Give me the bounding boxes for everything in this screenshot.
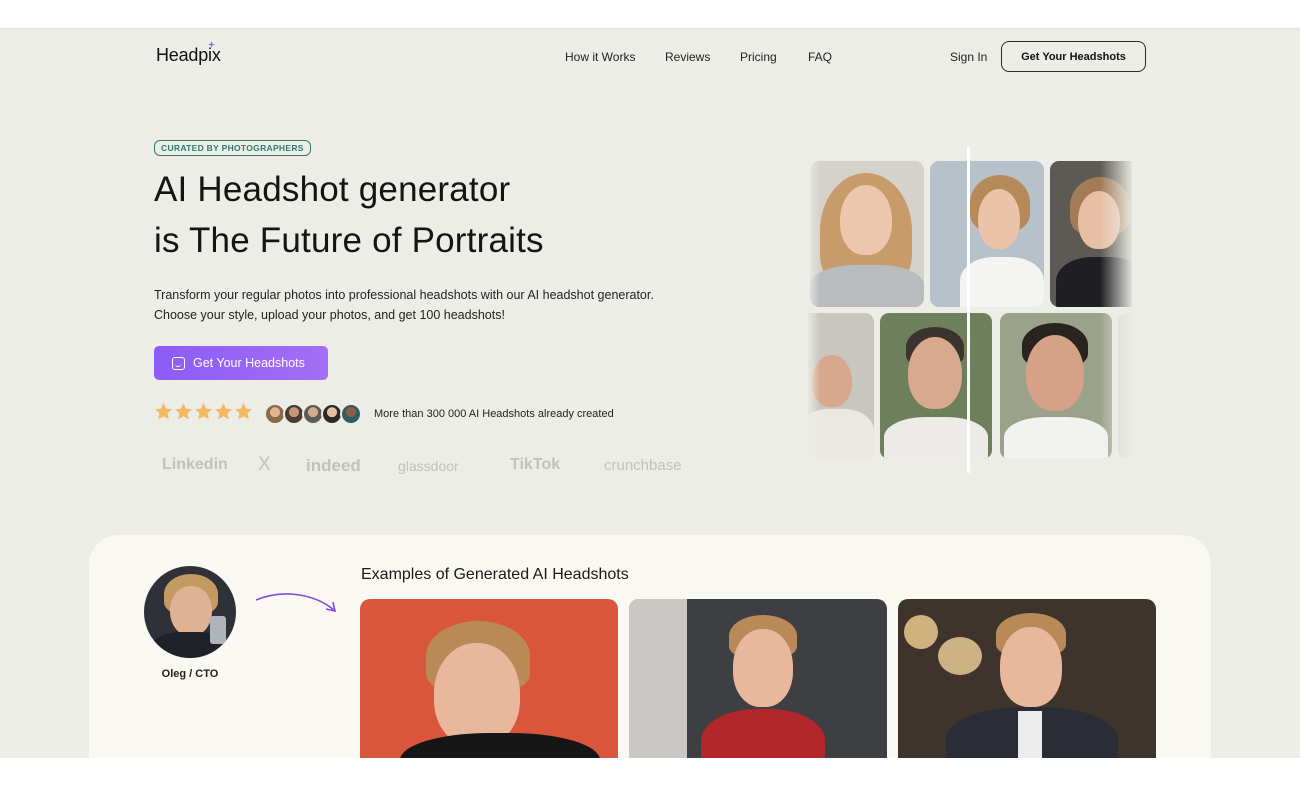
headline-line-2: is The Future of Portraits	[154, 221, 544, 260]
headline-line-1: AI Headshot generator	[154, 170, 511, 209]
hero-get-headshots-button[interactable]: Get Your Headshots	[154, 346, 328, 380]
linkedin-logo: Linkedin	[162, 456, 228, 473]
avatar	[340, 403, 362, 425]
star-icon	[214, 402, 233, 420]
mosaic-photo	[880, 313, 992, 459]
example-headshot-1[interactable]	[360, 599, 618, 758]
example-headshot-3[interactable]	[898, 599, 1156, 758]
indeed-logo: indeed	[306, 456, 361, 475]
nav-pricing[interactable]: Pricing	[740, 50, 777, 64]
smile-icon	[172, 356, 185, 370]
star-icon	[234, 402, 253, 420]
logo[interactable]: Headpix	[156, 45, 221, 66]
star-icon	[194, 402, 213, 420]
mosaic-photo	[1000, 313, 1112, 459]
hero-subtext-line-1: Transform your regular photos into profe…	[154, 288, 654, 302]
user-avatars	[264, 403, 362, 425]
headshot-mosaic	[808, 147, 1132, 475]
star-icon	[174, 402, 193, 420]
sign-in-link[interactable]: Sign In	[950, 50, 987, 64]
crunchbase-logo: crunchbase	[604, 457, 682, 474]
rating-stars	[154, 402, 253, 421]
sparkle-icon	[208, 41, 215, 48]
hero-subtext: Transform your regular photos into profe…	[154, 285, 714, 325]
person-name: Oleg / CTO	[161, 668, 219, 680]
nav-get-headshots-button[interactable]: Get Your Headshots	[1001, 41, 1146, 72]
mosaic-fade-right	[1100, 147, 1134, 475]
nav-faq[interactable]: FAQ	[808, 50, 832, 64]
mosaic-fade-left	[806, 147, 820, 475]
tiktok-logo: TikTok	[510, 456, 561, 473]
example-headshot-2[interactable]	[629, 599, 887, 758]
examples-title: Examples of Generated AI Headshots	[361, 566, 629, 583]
hero-subtext-line-2: Choose your style, upload your photos, a…	[154, 308, 505, 322]
before-after-divider[interactable]	[967, 147, 970, 473]
mosaic-photo	[810, 161, 924, 307]
nav-reviews[interactable]: Reviews	[665, 50, 710, 64]
arrow-icon	[255, 593, 337, 613]
nav-how-it-works[interactable]: How it Works	[565, 50, 635, 64]
hero-cta-label: Get Your Headshots	[193, 356, 305, 370]
glassdoor-logo: glassdoor	[398, 458, 459, 474]
mosaic-photo	[930, 161, 1044, 307]
star-icon	[154, 402, 173, 420]
curated-badge: CURATED BY PHOTOGRAPHERS	[154, 140, 311, 156]
x-logo: X	[258, 454, 271, 475]
oleg-avatar	[144, 566, 236, 658]
headshots-created-text: More than 300 000 AI Headshots already c…	[374, 408, 614, 420]
page: Headpix How it Works Reviews Pricing FAQ…	[0, 28, 1300, 758]
